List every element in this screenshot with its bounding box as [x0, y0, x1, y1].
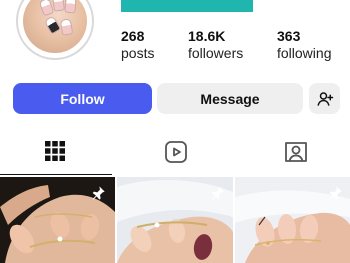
grid-post[interactable]	[235, 177, 350, 263]
grid-post[interactable]	[0, 177, 115, 263]
avatar[interactable]	[16, 0, 94, 60]
grid-icon	[45, 141, 65, 161]
posts-label: posts	[121, 45, 155, 61]
stat-posts[interactable]: 268 posts	[121, 28, 154, 62]
add-person-button[interactable]	[309, 83, 340, 114]
avatar-image	[23, 0, 87, 53]
tab-reels[interactable]	[164, 140, 188, 164]
reels-icon	[165, 141, 187, 163]
add-person-icon	[317, 91, 333, 106]
tab-tagged[interactable]	[284, 140, 308, 164]
followers-count: 18.6K	[188, 28, 226, 44]
pin-icon	[211, 186, 224, 200]
active-tab-indicator	[0, 174, 112, 175]
pin-icon	[329, 186, 342, 200]
follow-button[interactable]: Follow	[13, 83, 152, 114]
pin-icon	[92, 186, 105, 200]
following-count: 363	[277, 28, 301, 44]
following-label: following	[277, 45, 332, 61]
grid-post[interactable]	[117, 177, 233, 263]
header-accent-bar	[121, 0, 253, 12]
followers-label: followers	[188, 45, 244, 61]
posts-count: 268	[121, 28, 145, 44]
tab-posts-grid[interactable]	[44, 140, 68, 164]
tagged-icon	[285, 142, 307, 162]
stat-followers[interactable]: 18.6K followers	[188, 28, 243, 62]
stat-following[interactable]: 363 following	[277, 28, 331, 62]
message-button[interactable]: Message	[157, 83, 303, 114]
posts-grid	[0, 177, 350, 263]
